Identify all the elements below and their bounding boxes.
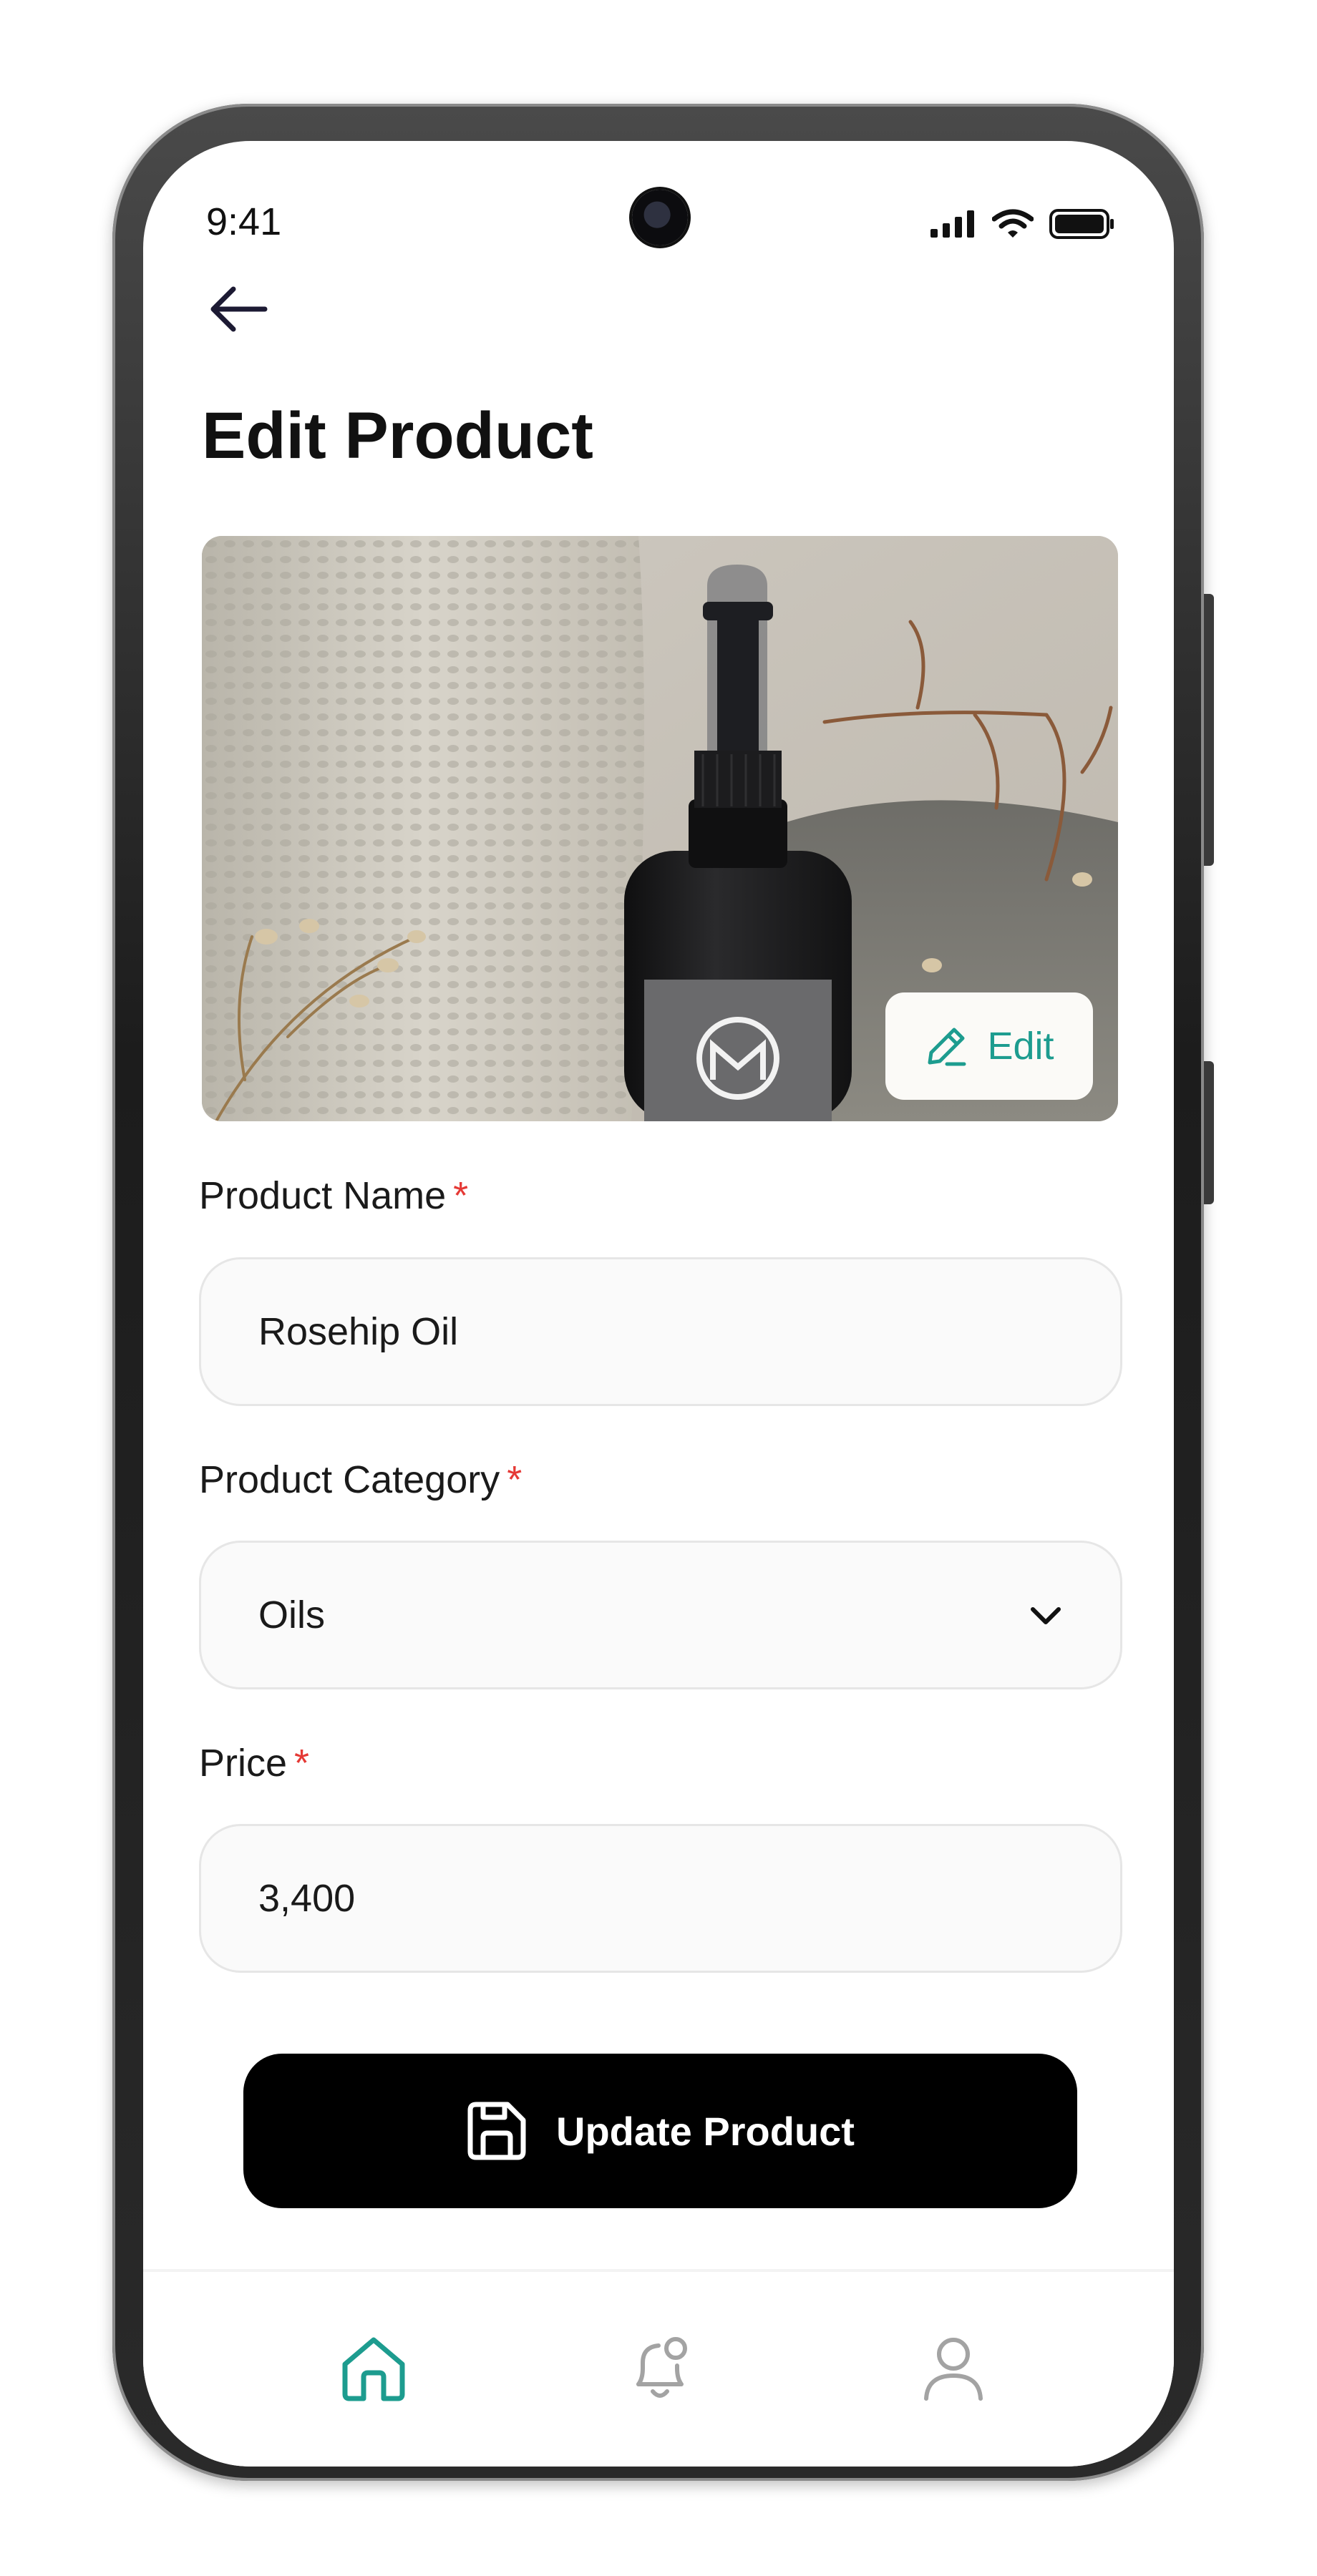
bottom-navigation <box>143 2269 1174 2467</box>
home-icon <box>342 2337 405 2401</box>
wifi-icon <box>992 209 1034 238</box>
product-name-input[interactable] <box>258 1309 1063 1354</box>
pencil-icon <box>928 1028 966 1066</box>
price-input[interactable] <box>258 1876 1063 1921</box>
update-product-button[interactable]: Update Product <box>243 2054 1077 2208</box>
price-label: Price * <box>199 1741 309 1785</box>
front-camera <box>632 190 688 245</box>
price-label-text: Price <box>199 1742 288 1785</box>
nav-notifications[interactable] <box>617 2326 703 2411</box>
product-category-label: Product Category * <box>199 1458 522 1502</box>
battery-icon <box>1049 209 1114 239</box>
status-icons <box>930 209 1115 239</box>
product-category-value: Oils <box>258 1594 325 1636</box>
required-marker: * <box>294 1742 310 1785</box>
product-name-label-text: Product Name <box>199 1174 447 1217</box>
notification-icon <box>636 2337 687 2398</box>
back-button[interactable] <box>202 273 273 345</box>
product-category-label-text: Product Category <box>199 1458 500 1501</box>
update-product-label: Update Product <box>556 2108 855 2154</box>
nav-home[interactable] <box>331 2326 417 2411</box>
phone-frame: 9:41 Edit Product Edit Product Name * Ro… <box>112 104 1214 2481</box>
arrow-left-icon <box>210 286 268 332</box>
product-name-field[interactable] <box>199 1257 1122 1406</box>
signal-icon <box>930 210 974 238</box>
volume-button <box>1204 594 1214 866</box>
power-button <box>1204 1061 1214 1204</box>
product-name-label: Product Name * <box>199 1174 468 1218</box>
price-field[interactable] <box>199 1824 1122 1973</box>
nav-profile[interactable] <box>910 2326 996 2411</box>
required-marker: * <box>453 1174 469 1217</box>
product-image: Edit <box>202 536 1118 1121</box>
chevron-down-icon <box>1031 1607 1061 1624</box>
edit-image-button[interactable]: Edit <box>885 992 1093 1100</box>
product-category-select[interactable]: Oils <box>199 1541 1122 1689</box>
status-time: 9:41 <box>206 200 282 243</box>
app-screen: 9:41 Edit Product Edit Product Name * Ro… <box>143 141 1174 2467</box>
required-marker: * <box>507 1458 523 1501</box>
edit-label: Edit <box>987 1025 1054 1068</box>
profile-icon <box>924 2338 983 2401</box>
save-icon <box>467 2102 526 2160</box>
page-title: Edit Product <box>202 399 593 472</box>
